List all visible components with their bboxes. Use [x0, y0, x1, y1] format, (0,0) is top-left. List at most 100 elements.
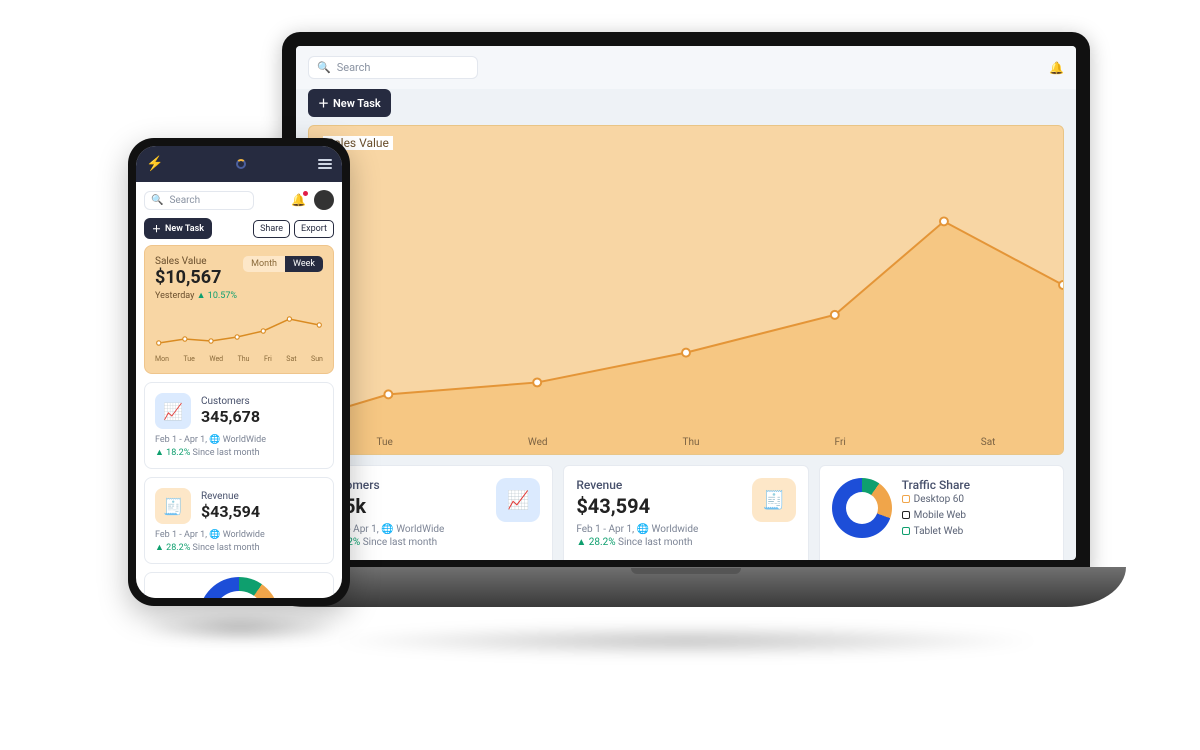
traffic-card: Traffic Share Desktop 60 Mobile Web Tabl… [819, 465, 1064, 560]
new-task-label: New Task [333, 97, 381, 110]
x-sun: Sun [311, 355, 323, 363]
traffic-donut-chart [832, 478, 892, 538]
revenue-label: Revenue [201, 491, 260, 502]
legend-tablet: Tablet Web [902, 524, 1051, 540]
chart-up-icon: 📈 [155, 393, 191, 429]
legend-mobile-text: Mobile Web [914, 510, 966, 521]
legend-desktop: Desktop 60 [902, 492, 1051, 508]
plus-icon: ＋ [152, 222, 161, 235]
customers-growth: ▲ 18.2% Since last month [321, 537, 540, 548]
share-button[interactable]: Share [253, 220, 290, 238]
customers-since: Since last month [363, 537, 437, 548]
laptop-notch [631, 568, 741, 574]
bell-icon[interactable]: 🔔 [1049, 61, 1064, 75]
legend-desktop-text: Desktop 60 [914, 494, 964, 505]
toggle-week[interactable]: Week [285, 256, 323, 272]
revenue-since: Since last month [193, 543, 260, 553]
export-button[interactable]: Export [294, 220, 334, 238]
revenue-range: Feb 1 - Apr 1, 🌐 Worldwide [155, 530, 323, 540]
customers-card: 📈 Customers 345,678 Feb 1 - Apr 1, 🌐 Wor… [144, 382, 334, 469]
square-icon [902, 511, 910, 519]
phone-viewport: ⚡ 🔍 Search 🔔 ＋ New Task Share Export Mon… [136, 146, 342, 598]
search-icon: 🔍 [317, 61, 331, 74]
new-task-label: New Task [165, 224, 204, 234]
revenue-growth-val: 28.2% [166, 543, 190, 553]
stats-row: 📈 Customers 345k Feb 1 - Apr 1, 🌐 WorldW… [296, 465, 1076, 560]
revenue-growth-val: 28.2% [589, 537, 616, 548]
revenue-card: 🧾 Revenue $43,594 Feb 1 - Apr 1, 🌐 World… [563, 465, 808, 560]
x-tue: Tue [183, 355, 194, 363]
revenue-growth: ▲ 28.2% Since last month [576, 537, 795, 548]
phone-header: 🔍 Search 🔔 [136, 182, 342, 218]
sales-growth: 10.57% [208, 291, 237, 301]
customers-range: Feb 1 - Apr 1, 🌐 WorldWide [155, 435, 323, 445]
phone-toolbar: ＋ New Task Share Export [136, 218, 342, 245]
toggle-month[interactable]: Month [243, 256, 285, 272]
bolt-icon: ⚡ [146, 156, 163, 172]
x-wed: Wed [209, 355, 223, 363]
caret-up-icon: ▲ [197, 291, 208, 301]
revenue-growth: ▲ 28.2% Since last month [155, 542, 323, 553]
globe-icon: 🌐 [637, 524, 649, 535]
x-fri: Fri [264, 355, 272, 363]
customers-range: Feb 1 - Apr 1, 🌐 WorldWide [321, 524, 540, 535]
caret-up-icon: ▲ [155, 448, 164, 458]
phone-navbar: ⚡ [136, 146, 342, 182]
revenue-scope: Worldwide [652, 524, 699, 535]
traffic-legend: Desktop 60 Mobile Web Tablet Web [902, 492, 1051, 540]
sales-period: Yesterday [155, 291, 194, 301]
period-toggle[interactable]: Month Week [243, 256, 323, 272]
square-icon [902, 527, 910, 535]
x-mon: Mon [155, 355, 169, 363]
globe-icon: 🌐 [381, 524, 393, 535]
chart-up-icon: 📈 [496, 478, 540, 522]
revenue-range-text: Feb 1 - Apr 1, [155, 530, 207, 540]
new-task-button[interactable]: ＋ New Task [144, 218, 212, 239]
search-placeholder: Search [169, 195, 200, 206]
search-input[interactable]: 🔍 Search [144, 191, 254, 210]
customers-value: 345,678 [201, 407, 260, 426]
phone-device: ⚡ 🔍 Search 🔔 ＋ New Task Share Export Mon… [128, 138, 350, 606]
customers-scope: WorldWide [396, 524, 444, 535]
bell-icon[interactable]: 🔔 [291, 193, 306, 207]
square-icon [902, 495, 910, 503]
revenue-since: Since last month [618, 537, 692, 548]
customers-since: Since last month [193, 448, 260, 458]
x-sat: Sat [286, 355, 296, 363]
revenue-card: 🧾 Revenue $43,594 Feb 1 - Apr 1, 🌐 World… [144, 477, 334, 564]
mini-chart-xaxis: Mon Tue Wed Thu Fri Sat Sun [155, 355, 323, 363]
sales-mini-chart [155, 309, 323, 353]
laptop-toolbar: ＋ New Task [296, 89, 1076, 125]
avatar[interactable] [314, 190, 334, 210]
revenue-value: $43,594 [201, 502, 260, 521]
customers-growth-val: 18.2% [166, 448, 190, 458]
caret-up-icon: ▲ [155, 543, 164, 553]
customers-scope: WorldWide [223, 435, 266, 445]
traffic-card-partial [144, 572, 334, 598]
legend-tablet-text: Tablet Web [914, 526, 964, 537]
revenue-range: Feb 1 - Apr 1, 🌐 Worldwide [576, 524, 795, 535]
new-task-button[interactable]: ＋ New Task [308, 89, 391, 117]
customers-growth: ▲ 18.2% Since last month [155, 447, 323, 458]
caret-up-icon: ▲ [576, 537, 586, 548]
sales-growth-row: Yesterday ▲ 10.57% [155, 290, 323, 301]
sales-summary-card: Month Week Sales Value $10,567 Yesterday… [144, 245, 334, 374]
globe-icon: 🌐 [209, 435, 220, 445]
customers-label: Customers [201, 396, 260, 407]
revenue-range-text: Feb 1 - Apr 1, [576, 524, 634, 535]
laptop-header: 🔍 Search 🔔 [296, 46, 1076, 89]
x-thu: Thu [238, 355, 250, 363]
plus-icon: ＋ [318, 95, 329, 111]
search-placeholder: Search [337, 61, 371, 74]
globe-icon: 🌐 [209, 530, 220, 540]
laptop-screen: 🔍 Search 🔔 ＋ New Task Sales Value [282, 32, 1090, 574]
cash-register-icon: 🧾 [752, 478, 796, 522]
sales-line-chart [309, 126, 1063, 454]
hamburger-menu-button[interactable] [318, 159, 332, 169]
revenue-scope: Worldwide [223, 530, 265, 540]
search-input[interactable]: 🔍 Search [308, 56, 478, 79]
sales-chart-card: Sales Value Tue Wed Thu Fri Sat [308, 125, 1064, 455]
traffic-donut-chart [199, 577, 279, 598]
search-icon: 🔍 [151, 195, 163, 206]
laptop-device: 🔍 Search 🔔 ＋ New Task Sales Value [246, 32, 1126, 650]
